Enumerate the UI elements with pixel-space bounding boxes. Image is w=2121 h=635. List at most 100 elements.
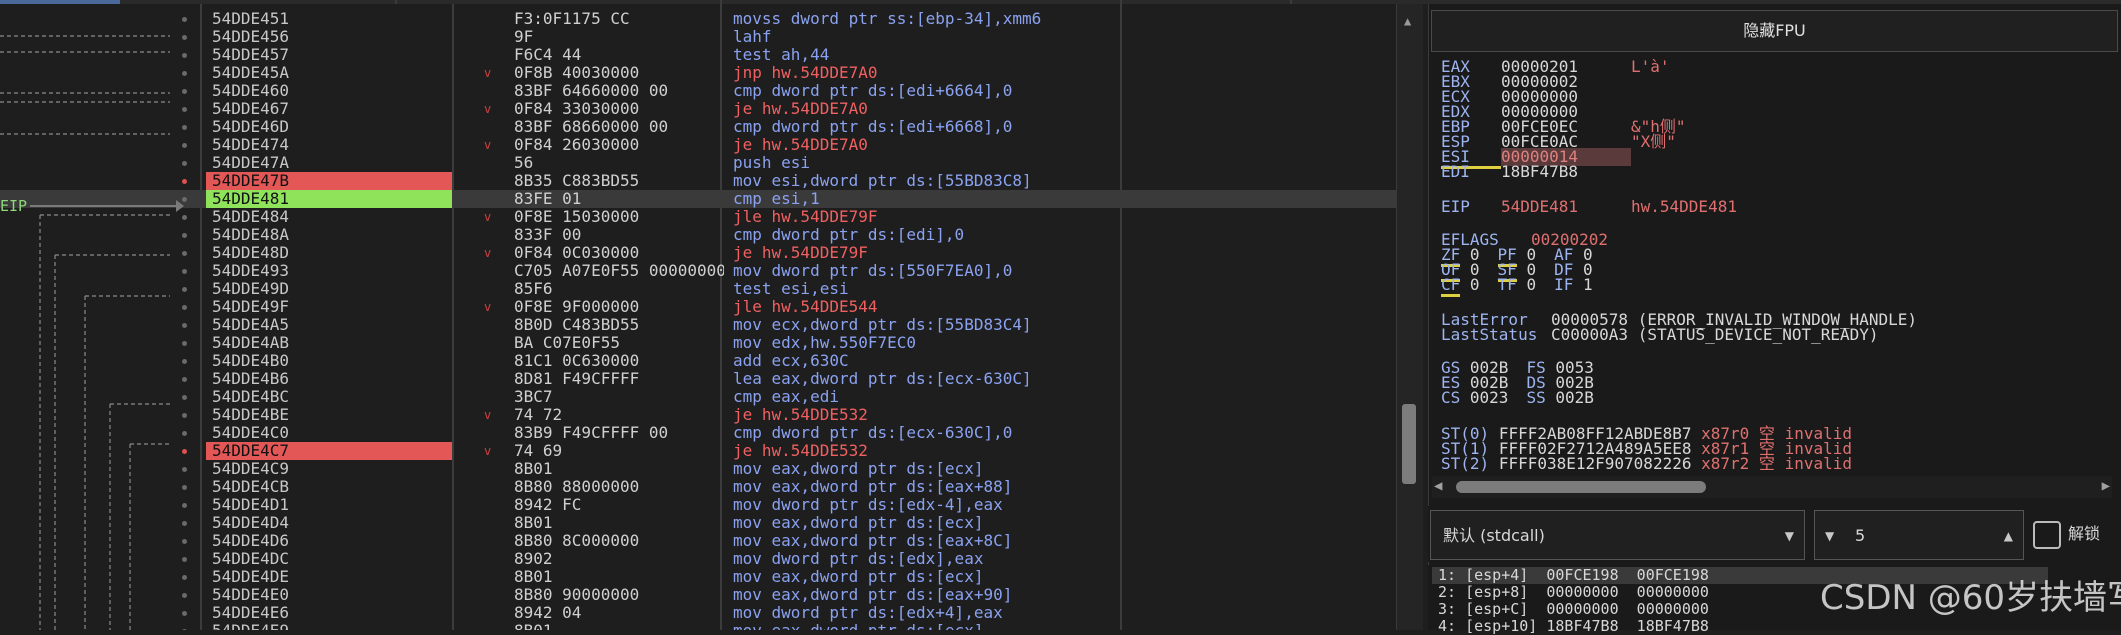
register-value[interactable]: 18BF47B8 [1501,163,1631,181]
instruction-row[interactable]: 54DDE4DE 8B01 mov eax,dword ptr ds:[ecx] [0,568,1400,586]
instruction-address[interactable]: 54DDE4E6 [206,604,452,622]
flag-value[interactable]: 0 [1470,275,1480,294]
instruction-row[interactable]: 54DDE4E9 8B01 mov eax,dword ptr ds:[ecx] [0,622,1400,630]
instruction-address[interactable]: 54DDE48D [206,244,452,262]
instruction-address[interactable]: 54DDE460 [206,82,452,100]
instruction-row[interactable]: 54DDE456 9F lahf [0,28,1400,46]
instruction-address[interactable]: 54DDE481 [206,190,452,208]
breakpoint-slot-icon[interactable] [182,359,187,364]
breakpoint-slot-icon[interactable] [182,395,187,400]
arg-count-spinner[interactable]: ▼ 5 ▲ [1814,510,2024,560]
instruction-row[interactable]: 54DDE4B0 81C1 0C630000 add ecx,630C [0,352,1400,370]
instruction-row[interactable]: 54DDE493 C705 A07E0F55 00000000 mov dword … [0,262,1400,280]
breakpoint-slot-icon[interactable] [182,305,187,310]
instruction-row[interactable]: 54DDE4BE v 74 72 je hw.54DDE532 [0,406,1400,424]
scrollbar-thumb[interactable] [1402,404,1416,484]
hide-fpu-button[interactable]: 隐藏FPU [1431,10,2118,52]
stack-arg-row[interactable]: 3: [esp+C] 00000000 00000000 [1438,601,1709,618]
instruction-address[interactable]: 54DDE47A [206,154,452,172]
instruction-row[interactable]: 54DDE4E0 8B80 90000000 mov eax,dword ptr d… [0,586,1400,604]
breakpoint-slot-icon[interactable] [182,287,187,292]
instruction-address[interactable]: 54DDE4DE [206,568,452,586]
unlock-checkbox[interactable] [2033,521,2061,549]
breakpoint-slot-icon[interactable] [182,503,187,508]
scroll-right-icon[interactable]: ▶ [2102,478,2110,494]
instruction-address[interactable]: 54DDE46D [206,118,452,136]
breakpoint-slot-icon[interactable] [182,269,187,274]
instruction-address[interactable]: 54DDE49F [206,298,452,316]
calling-convention-select[interactable]: 默认 (stdcall) ▼ [1430,510,1805,560]
fpu-reg-value[interactable]: FFFF038E12F907082226 [1499,454,1692,473]
breakpoint-slot-icon[interactable] [182,125,187,130]
instruction-row[interactable]: 54DDE474 v 0F84 26030000 je hw.54DDE7A0 [0,136,1400,154]
instruction-row[interactable]: 54DDE48D v 0F84 0C030000 je hw.54DDE79F [0,244,1400,262]
stack-arg-row[interactable]: 2: [esp+8] 00000000 00000000 [1438,584,1709,601]
instruction-address[interactable]: 54DDE4B6 [206,370,452,388]
breakpoint-slot-icon[interactable] [182,413,187,418]
instruction-address[interactable]: 54DDE4C0 [206,424,452,442]
instruction-address[interactable]: 54DDE493 [206,262,452,280]
instruction-address[interactable]: 54DDE45A [206,64,452,82]
breakpoint-slot-icon[interactable] [182,215,187,220]
breakpoint-slot-icon[interactable] [182,89,187,94]
instruction-address[interactable]: 54DDE4D4 [206,514,452,532]
instruction-address[interactable]: 54DDE4A5 [206,316,452,334]
instruction-address[interactable]: 54DDE4E9 [206,622,452,631]
scroll-up-icon[interactable]: ▲ [1404,14,1411,28]
breakpoint-slot-icon[interactable] [182,107,187,112]
breakpoint-slot-icon[interactable] [182,233,187,238]
instruction-address[interactable]: 54DDE48A [206,226,452,244]
instruction-row[interactable]: 54DDE4DC 8902 mov dword ptr ds:[edx],eax [0,550,1400,568]
disassembly-view[interactable]: 54DDE451 F3:0F1175 CC movss dword ptr ss:[… [0,4,1400,630]
breakpoint-slot-icon[interactable] [182,611,187,616]
instruction-row[interactable]: 54DDE4D6 8B80 8C000000 mov eax,dword ptr d… [0,532,1400,550]
instruction-address[interactable]: 54DDE4CB [206,478,452,496]
instruction-address[interactable]: 54DDE4AB [206,334,452,352]
breakpoint-slot-icon[interactable] [182,161,187,166]
instruction-row[interactable]: 54DDE47B 8B35 C883BD55 mov esi,dword ptr d… [0,172,1400,190]
instruction-address[interactable]: 54DDE4D6 [206,532,452,550]
instruction-row[interactable]: 54DDE4C0 83B9 F49CFFFF 00 cmp dword ptr ds… [0,424,1400,442]
instruction-address[interactable]: 54DDE474 [206,136,452,154]
breakpoint-dot-icon[interactable] [182,449,187,454]
stack-arg-row[interactable]: 4: [esp+10] 18BF47B8 18BF47B8 [1438,618,1709,635]
register-value[interactable]: C00000A3 (STATUS_DEVICE_NOT_READY) [1551,325,1879,344]
flags-row[interactable]: CF 0 TF 0 IF 1 [1441,275,1611,297]
instruction-address[interactable]: 54DDE47B [206,172,452,190]
instruction-row[interactable]: 54DDE4BC 3BC7 cmp eax,edi [0,388,1400,406]
register-eip[interactable]: EIP 54DDE481 hw.54DDE481 [1441,198,1737,216]
scroll-left-icon[interactable]: ◀ [1434,478,1442,494]
breakpoint-slot-icon[interactable] [182,71,187,76]
breakpoint-dot-icon[interactable] [182,179,187,184]
last-status[interactable]: LastStatus C00000A3 (STATUS_DEVICE_NOT_RE… [1441,326,1879,344]
breakpoint-slot-icon[interactable] [182,323,187,328]
instruction-row[interactable]: 54DDE4D1 8942 FC mov dword ptr ds:[edx-4],… [0,496,1400,514]
breakpoint-slot-icon[interactable] [182,53,187,58]
instruction-address[interactable]: 54DDE4B0 [206,352,452,370]
segment-value[interactable]: 0023 [1470,388,1509,407]
instruction-row[interactable]: 54DDE4AB BA C07E0F55 mov edx,hw.550F7EC0 [0,334,1400,352]
breakpoint-slot-icon[interactable] [182,341,187,346]
instruction-address[interactable]: 54DDE4C7 [206,442,452,460]
breakpoint-slot-icon[interactable] [182,35,187,40]
flag-value[interactable]: 1 [1583,275,1593,294]
instruction-row[interactable]: 54DDE4C9 8B01 mov eax,dword ptr ds:[ecx] [0,460,1400,478]
instruction-address[interactable]: 54DDE467 [206,100,452,118]
instruction-address[interactable]: 54DDE4E0 [206,586,452,604]
instruction-row[interactable]: 54DDE451 F3:0F1175 CC movss dword ptr ss:[… [0,10,1400,28]
breakpoint-slot-icon[interactable] [182,143,187,148]
instruction-row[interactable]: 54DDE4A5 8B0D C483BD55 mov ecx,dword ptr d… [0,316,1400,334]
breakpoint-slot-icon[interactable] [182,467,187,472]
instruction-row[interactable]: 54DDE48A 833F 00 cmp dword ptr ds:[edi],0 [0,226,1400,244]
instruction-address[interactable]: 54DDE49D [206,280,452,298]
breakpoint-slot-icon[interactable] [182,593,187,598]
register-value[interactable]: 54DDE481 [1501,198,1631,216]
instruction-row[interactable]: 54DDE47A 56 push esi [0,154,1400,172]
breakpoint-slot-icon[interactable] [182,431,187,436]
instruction-address[interactable]: 54DDE451 [206,10,452,28]
register-edi[interactable]: EDI 18BF47B8 [1441,163,1631,181]
instruction-row[interactable]: 54DDE467 v 0F84 33030000 je hw.54DDE7A0 [0,100,1400,118]
breakpoint-slot-icon[interactable] [182,539,187,544]
breakpoint-slot-icon[interactable] [182,485,187,490]
instruction-address[interactable]: 54DDE484 [206,208,452,226]
